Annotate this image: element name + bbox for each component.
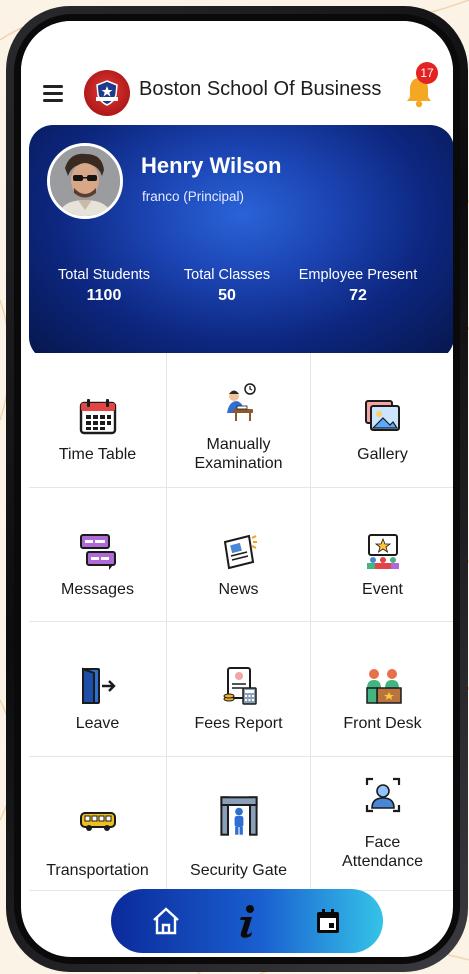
notification-badge: 17	[416, 62, 438, 84]
menu-item-time-table[interactable]: Time Table	[29, 353, 167, 488]
avatar[interactable]	[47, 143, 123, 219]
menu-item-label: Fees Report	[194, 715, 283, 732]
school-logo	[84, 70, 130, 116]
menu-item-gallery[interactable]: Gallery	[311, 353, 453, 488]
calendar-icon	[79, 399, 116, 435]
stat-employee-present: Employee Present 72	[291, 267, 425, 305]
messages-icon	[79, 533, 116, 570]
security-gate-icon	[219, 795, 258, 836]
nav-calendar[interactable]	[308, 901, 348, 941]
menu-item-fees-report[interactable]: Fees Report	[167, 622, 311, 757]
menu-item-label: Face Attendance	[342, 833, 423, 870]
stats-row: Total Students 1100 Total Classes 50 Emp…	[29, 267, 453, 327]
menu-item-news[interactable]: News	[167, 487, 311, 622]
stat-value: 50	[218, 287, 236, 304]
menu-item-label: Security Gate	[190, 861, 287, 879]
menu-item-leave[interactable]: Leave	[29, 622, 167, 757]
shield-icon	[96, 80, 118, 106]
bottom-navigation	[111, 889, 383, 953]
home-icon	[152, 907, 179, 935]
front-desk-icon	[365, 669, 402, 704]
user-role: franco (Principal)	[142, 189, 245, 204]
nav-home[interactable]	[146, 901, 186, 941]
user-photo	[50, 146, 120, 216]
leave-door-icon	[81, 667, 116, 704]
fees-report-icon	[223, 667, 257, 705]
app-header: Boston School Of Business 17	[21, 21, 453, 131]
nav-info[interactable]	[227, 901, 267, 941]
calendar-event-icon	[317, 909, 340, 933]
stat-total-students: Total Students 1100	[49, 267, 159, 305]
menu-item-messages[interactable]: Messages	[29, 487, 167, 622]
menu-item-label: News	[218, 580, 259, 598]
info-icon	[239, 905, 254, 938]
menu-grid: Time Table Manually Examination Gallery …	[29, 353, 453, 891]
exam-icon	[226, 383, 256, 421]
user-name: Henry Wilson	[141, 153, 282, 178]
menu-item-label: Front Desk	[343, 715, 422, 732]
menu-item-event[interactable]: Event	[311, 487, 453, 622]
menu-item-label: Messages	[61, 580, 134, 598]
stat-total-classes: Total Classes 50	[175, 267, 279, 305]
face-scan-icon	[365, 777, 400, 812]
menu-item-face-attendance[interactable]: Face Attendance	[311, 756, 453, 891]
stat-label: Total Students	[58, 267, 150, 283]
app-screen: Boston School Of Business 17 Henry Wilso…	[21, 21, 453, 957]
stat-label: Employee Present	[298, 267, 418, 283]
hamburger-menu-icon[interactable]	[43, 85, 63, 102]
menu-item-manually-examination[interactable]: Manually Examination	[167, 353, 311, 488]
menu-item-label: Manually Examination	[194, 436, 283, 472]
bus-icon	[79, 811, 116, 831]
stat-value: 72	[349, 287, 367, 304]
profile-card: Henry Wilson franco (Principal) Total St…	[29, 125, 453, 361]
menu-item-label: Gallery	[357, 446, 408, 463]
school-name-title: Boston School Of Business	[139, 78, 382, 100]
phone-frame: Boston School Of Business 17 Henry Wilso…	[6, 6, 468, 972]
news-icon	[223, 534, 257, 569]
menu-item-label: Time Table	[58, 446, 137, 463]
menu-item-security-gate[interactable]: Security Gate	[167, 756, 311, 891]
gallery-icon	[364, 400, 400, 431]
menu-item-label: Transportation	[46, 861, 149, 879]
menu-item-front-desk[interactable]: Front Desk	[311, 622, 453, 757]
menu-item-transportation[interactable]: Transportation	[29, 756, 167, 891]
stat-value: 1100	[86, 287, 122, 304]
phone-bezel: Boston School Of Business 17 Henry Wilso…	[14, 14, 460, 964]
event-icon	[366, 533, 399, 569]
menu-item-label: Event	[362, 580, 403, 598]
menu-item-label: Leave	[75, 715, 120, 732]
stat-label: Total Classes	[183, 267, 271, 283]
